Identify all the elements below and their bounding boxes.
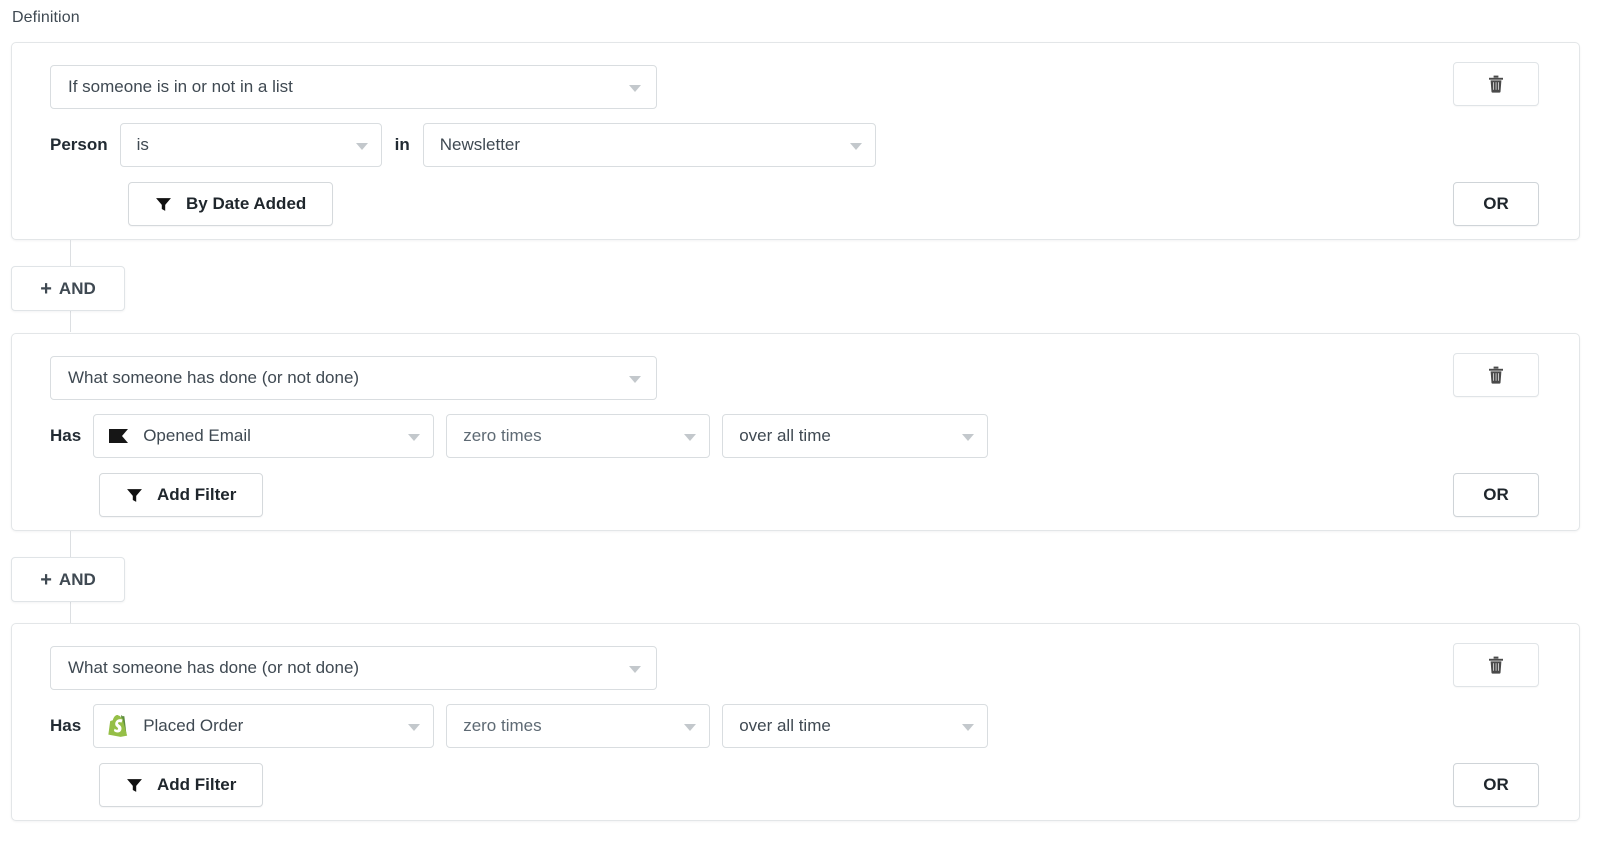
add-and-button-2[interactable]: + AND <box>11 557 125 602</box>
row-label-has-2: Has <box>50 426 81 446</box>
or-button-2[interactable]: OR <box>1453 473 1539 517</box>
condition-type-select-3[interactable]: What someone has done (or not done) <box>50 646 657 690</box>
row-label-has-3: Has <box>50 716 81 736</box>
or-button-1[interactable]: OR <box>1453 182 1539 226</box>
trash-icon <box>1488 366 1504 384</box>
row-label-in: in <box>395 135 410 155</box>
by-date-added-button[interactable]: By Date Added <box>128 182 333 226</box>
condition-row-3: Has Placed Order <box>50 704 988 748</box>
trash-icon <box>1488 75 1504 93</box>
chevron-down-icon <box>408 724 420 731</box>
delete-condition-button-1[interactable] <box>1453 62 1539 106</box>
list-value: Newsletter <box>440 135 520 155</box>
add-filter-button-3[interactable]: Add Filter <box>99 763 263 807</box>
condition-card-3: What someone has done (or not done) Has <box>11 623 1580 821</box>
timeframe-value-2: over all time <box>739 426 831 446</box>
klaviyo-flag-icon <box>106 423 132 449</box>
timeframe-value-3: over all time <box>739 716 831 736</box>
condition-type-label-2: What someone has done (or not done) <box>68 368 359 388</box>
row-label-person: Person <box>50 135 108 155</box>
times-value-2: zero times <box>463 426 541 446</box>
page-title: Definition <box>12 9 80 27</box>
condition-card-2: What someone has done (or not done) Has … <box>11 333 1580 531</box>
chevron-down-icon <box>850 143 862 150</box>
chevron-down-icon <box>962 724 974 731</box>
plus-icon: + <box>40 570 52 590</box>
chevron-down-icon <box>629 85 641 92</box>
times-value-3: zero times <box>463 716 541 736</box>
condition-type-label-1: If someone is in or not in a list <box>68 77 293 97</box>
add-filter-button-2[interactable]: Add Filter <box>99 473 263 517</box>
condition-type-label-3: What someone has done (or not done) <box>68 658 359 678</box>
chevron-down-icon <box>629 376 641 383</box>
add-filter-label-2: Add Filter <box>157 485 236 505</box>
segment-definition-builder: Definition If someone is in or not in a … <box>0 0 1600 856</box>
person-operator-select[interactable]: is <box>120 123 382 167</box>
condition-row-2: Has Opened Email zero times over all <box>50 414 988 458</box>
or-label-2: OR <box>1483 485 1509 505</box>
or-button-3[interactable]: OR <box>1453 763 1539 807</box>
condition-type-select-2[interactable]: What someone has done (or not done) <box>50 356 657 400</box>
times-select-2[interactable]: zero times <box>446 414 710 458</box>
chevron-down-icon <box>629 666 641 673</box>
chevron-down-icon <box>962 434 974 441</box>
or-label-3: OR <box>1483 775 1509 795</box>
filter-funnel-icon <box>126 777 143 794</box>
and-label-2: AND <box>59 570 96 590</box>
add-and-button-1[interactable]: + AND <box>11 266 125 311</box>
metric-select-3[interactable]: Placed Order <box>93 704 434 748</box>
filter-funnel-icon <box>126 487 143 504</box>
times-select-3[interactable]: zero times <box>446 704 710 748</box>
chevron-down-icon <box>684 724 696 731</box>
or-label: OR <box>1483 194 1509 214</box>
shopify-bag-icon <box>106 713 132 739</box>
delete-condition-button-3[interactable] <box>1453 643 1539 687</box>
person-operator-value: is <box>137 135 149 155</box>
metric-value-3: Placed Order <box>143 716 243 736</box>
by-date-added-label: By Date Added <box>186 194 306 214</box>
and-label: AND <box>59 279 96 299</box>
timeframe-select-3[interactable]: over all time <box>722 704 988 748</box>
metric-select-2[interactable]: Opened Email <box>93 414 434 458</box>
chevron-down-icon <box>684 434 696 441</box>
chevron-down-icon <box>356 143 368 150</box>
delete-condition-button-2[interactable] <box>1453 353 1539 397</box>
metric-value-2: Opened Email <box>143 426 251 446</box>
filter-funnel-icon <box>155 196 172 213</box>
condition-card-1: If someone is in or not in a list Person… <box>11 42 1580 240</box>
add-filter-label-3: Add Filter <box>157 775 236 795</box>
list-select[interactable]: Newsletter <box>423 123 876 167</box>
chevron-down-icon <box>408 434 420 441</box>
condition-row-1: Person is in Newsletter <box>50 123 876 167</box>
condition-type-select-1[interactable]: If someone is in or not in a list <box>50 65 657 109</box>
timeframe-select-2[interactable]: over all time <box>722 414 988 458</box>
plus-icon: + <box>40 279 52 299</box>
trash-icon <box>1488 656 1504 674</box>
